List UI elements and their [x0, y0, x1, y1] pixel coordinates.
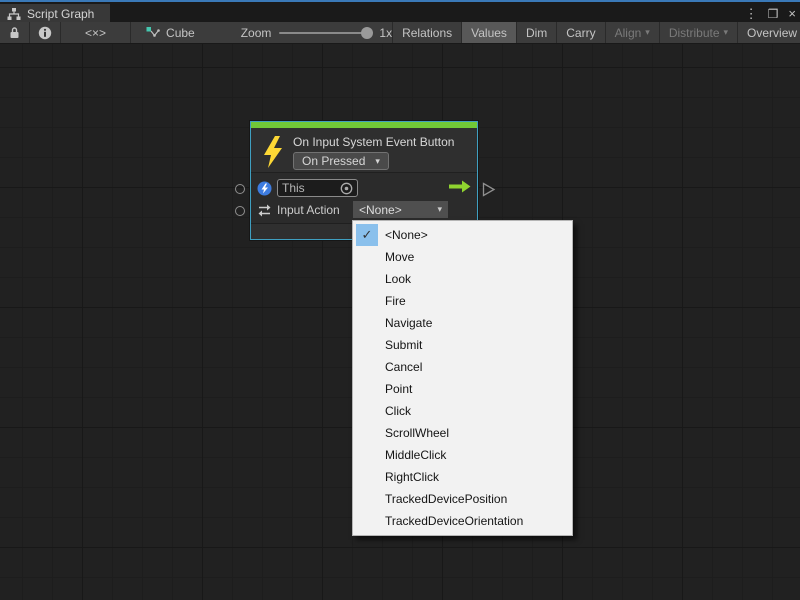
- menu-item-trackeddeviceposition[interactable]: TrackedDevicePosition: [353, 488, 572, 510]
- distribute-button[interactable]: Distribute ▾: [660, 22, 738, 43]
- code-preview-button[interactable]: <×>: [61, 22, 131, 43]
- menu-item-trackeddeviceorientation[interactable]: TrackedDeviceOrientation: [353, 510, 572, 532]
- checkmark-icon: ✓: [356, 224, 378, 246]
- this-input-port[interactable]: [235, 184, 245, 194]
- align-button[interactable]: Align▾: [606, 22, 660, 43]
- menu-item-move[interactable]: Move: [353, 246, 572, 268]
- relations-button[interactable]: Relations: [393, 22, 462, 43]
- zoom-slider-knob[interactable]: [361, 27, 373, 39]
- button-label: Align: [615, 26, 642, 40]
- menu-item-label: ScrollWheel: [385, 426, 449, 440]
- code-icon: <×>: [85, 26, 106, 40]
- zoom-control: Zoom 1x: [241, 26, 392, 40]
- menu-item-fire[interactable]: Fire: [353, 290, 572, 312]
- menu-item-label: Look: [385, 272, 411, 286]
- lock-icon: [8, 26, 21, 39]
- tab-script-graph[interactable]: Script Graph: [0, 4, 110, 24]
- menu-item-label: MiddleClick: [385, 448, 446, 462]
- input-action-type-icon: [257, 203, 272, 218]
- menu-item-point[interactable]: Point: [353, 378, 572, 400]
- flow-arrow-icon: [449, 180, 471, 193]
- menu-item-cancel[interactable]: Cancel: [353, 356, 572, 378]
- graph-object-icon: [145, 25, 161, 41]
- menu-item-label: Fire: [385, 294, 406, 308]
- toolbar-middle: Cube Zoom 1x: [131, 22, 393, 43]
- menu-item-label: <None>: [385, 228, 428, 242]
- event-selector-dropdown[interactable]: On Pressed ▾: [293, 152, 389, 170]
- menu-item-none[interactable]: ✓ <None>: [353, 224, 572, 246]
- input-action-value: <None>: [359, 203, 402, 217]
- graph-name: Cube: [166, 26, 195, 40]
- menu-item-label: TrackedDeviceOrientation: [385, 514, 523, 528]
- menu-item-scrollwheel[interactable]: ScrollWheel: [353, 422, 572, 444]
- tab-bar: Script Graph ⋮ ❒ ×: [0, 0, 800, 22]
- menu-item-rightclick[interactable]: RightClick: [353, 466, 572, 488]
- menu-item-label: RightClick: [385, 470, 439, 484]
- object-picker-icon[interactable]: [340, 182, 353, 195]
- input-action-row: Input Action <None> ▾: [251, 201, 477, 219]
- this-field-value: This: [282, 181, 305, 195]
- menu-item-label: Point: [385, 382, 412, 396]
- kebab-menu-icon[interactable]: ⋮: [745, 4, 758, 24]
- button-label: Carry: [566, 26, 595, 40]
- graph-toolbar: <×> Cube Zoom 1x Relatio: [0, 22, 800, 44]
- toolbar-left-group: <×>: [0, 22, 131, 43]
- this-object-field[interactable]: This: [277, 179, 358, 197]
- zoom-label: Zoom: [241, 26, 272, 40]
- menu-item-label: Cancel: [385, 360, 422, 374]
- window-controls: ⋮ ❒ ×: [745, 4, 796, 24]
- button-label: Values: [471, 26, 507, 40]
- maximize-icon[interactable]: ❒: [768, 4, 779, 24]
- menu-item-submit[interactable]: Submit: [353, 334, 572, 356]
- menu-item-label: Submit: [385, 338, 422, 352]
- gameobject-type-icon: [257, 181, 272, 196]
- info-icon: [38, 26, 52, 40]
- button-label: Dim: [526, 26, 547, 40]
- lock-button[interactable]: [0, 22, 30, 43]
- node-header[interactable]: On Input System Event Button On Pressed …: [251, 128, 477, 173]
- dim-button[interactable]: Dim: [517, 22, 557, 43]
- menu-item-label: Navigate: [385, 316, 432, 330]
- chevron-down-icon: ▾: [375, 156, 380, 167]
- check-glyph: ✓: [362, 227, 373, 243]
- input-action-dropdown[interactable]: <None> ▾: [353, 201, 448, 218]
- menu-item-label: Click: [385, 404, 411, 418]
- unity-visual-scripting-window: Script Graph ⋮ ❒ ×: [0, 0, 800, 600]
- menu-item-label: Move: [385, 250, 414, 264]
- event-bolt-icon: [262, 136, 284, 168]
- menu-item-look[interactable]: Look: [353, 268, 572, 290]
- menu-item-middleclick[interactable]: MiddleClick: [353, 444, 572, 466]
- button-label: Overview: [747, 26, 797, 40]
- flow-output-port[interactable]: [482, 182, 496, 197]
- chevron-down-icon: ▾: [724, 27, 729, 38]
- close-icon[interactable]: ×: [788, 4, 796, 24]
- input-action-input-port[interactable]: [235, 206, 245, 216]
- info-button[interactable]: [30, 22, 61, 43]
- toolbar-right-group: Relations Values Dim Carry Align▾ Distri…: [393, 22, 800, 43]
- input-action-label: Input Action: [277, 203, 340, 217]
- graph-breadcrumb[interactable]: Cube: [145, 25, 195, 41]
- tab-title: Script Graph: [27, 7, 94, 21]
- menu-item-click[interactable]: Click: [353, 400, 572, 422]
- zoom-slider[interactable]: [279, 32, 371, 34]
- button-label: Distribute: [669, 26, 720, 40]
- event-selector-value: On Pressed: [302, 154, 365, 168]
- overview-button[interactable]: Overview: [738, 22, 800, 43]
- chevron-down-icon: ▾: [645, 27, 650, 38]
- input-action-menu: ✓ <None> Move Look Fire Navigate Submit …: [352, 220, 573, 536]
- node-body: This: [251, 173, 477, 223]
- button-label: Relations: [402, 26, 452, 40]
- values-button[interactable]: Values: [462, 22, 517, 43]
- chevron-down-icon: ▾: [437, 204, 442, 215]
- graph-canvas[interactable]: On Input System Event Button On Pressed …: [0, 44, 800, 600]
- this-port-row: This: [251, 178, 477, 198]
- menu-item-navigate[interactable]: Navigate: [353, 312, 572, 334]
- zoom-level: 1x: [379, 26, 392, 40]
- menu-item-label: TrackedDevicePosition: [385, 492, 507, 506]
- node-title: On Input System Event Button: [293, 135, 454, 149]
- script-graph-icon: [7, 7, 21, 21]
- carry-button[interactable]: Carry: [557, 22, 605, 43]
